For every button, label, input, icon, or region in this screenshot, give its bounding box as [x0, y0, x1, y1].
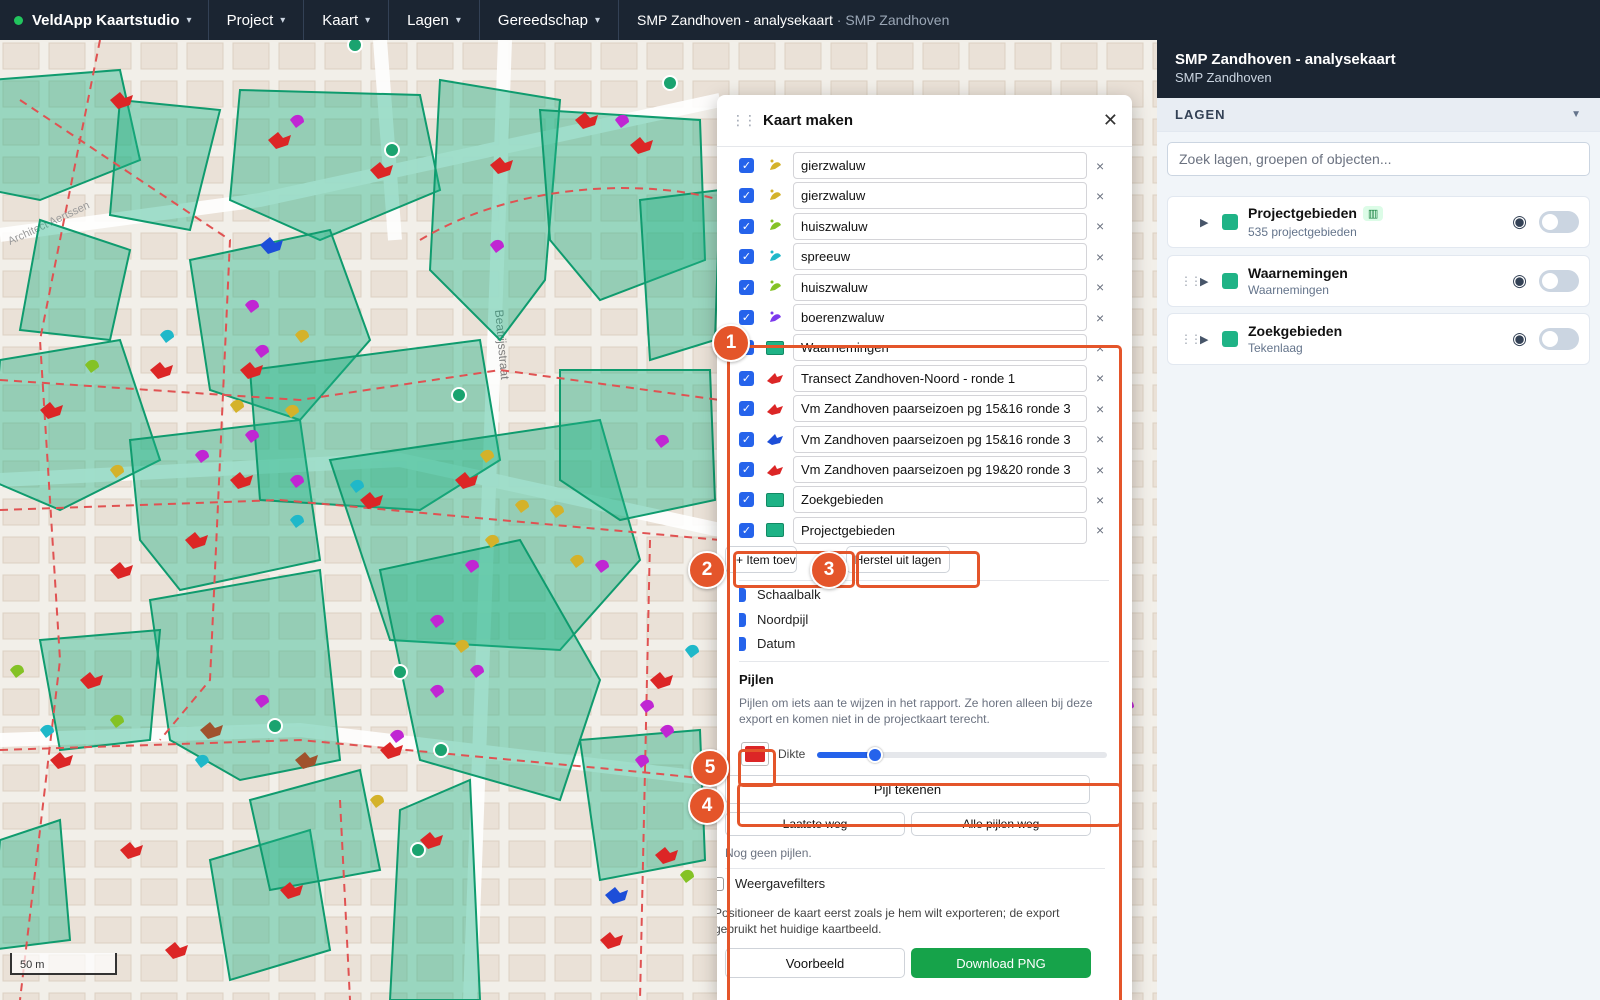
layer-toggle[interactable] [1539, 211, 1579, 233]
sidebar-header: SMP Zandhoven - analysekaart SMP Zandhov… [1157, 40, 1600, 98]
chevron-down-icon: ▾ [455, 14, 461, 26]
breadcrumb-sub: SMP Zandhoven [845, 12, 950, 28]
expand-triangle-icon[interactable]: ▶ [1200, 216, 1216, 229]
drag-handle-icon[interactable]: ⋮⋮ [1180, 274, 1202, 288]
legend-item: ✓ boerenzwaluw × [739, 302, 1124, 333]
chevron-down-icon: ▾ [186, 14, 192, 26]
menu-project[interactable]: Project ▾ [209, 0, 305, 40]
layers-section-header[interactable]: LAGEN ▼ [1157, 98, 1600, 132]
drag-handle-icon[interactable]: ⋮⋮ [731, 112, 757, 129]
legend-item: ✓ huiszwaluw × [739, 272, 1124, 303]
callout-badge: 2 [688, 551, 726, 589]
remove-icon[interactable]: × [1096, 158, 1104, 174]
legend-label-input[interactable]: boerenzwaluw [793, 304, 1087, 331]
app-menu[interactable]: VeldApp Kaartstudio ▾ [0, 0, 209, 40]
legend-label-input[interactable]: huiszwaluw [793, 273, 1087, 301]
legend-label-input[interactable]: gierzwaluw [793, 152, 1087, 179]
checkbox-icon[interactable]: ✓ [739, 188, 754, 204]
panel-header[interactable]: ⋮⋮ Kaart maken ✕ [717, 95, 1132, 147]
callout-badge: 3 [810, 551, 848, 589]
status-dot [14, 15, 23, 25]
sidebar-subtitle: SMP Zandhoven [1175, 70, 1272, 85]
layer-item-zoekgebieden[interactable]: ⋮⋮ ▶ Zoekgebieden Tekenlaag ◉ [1167, 313, 1590, 365]
eye-icon[interactable]: ◉ [1512, 329, 1527, 349]
chevron-down-icon: ▾ [280, 14, 286, 26]
bird-icon [764, 155, 786, 177]
expand-triangle-icon[interactable]: ▶ [1200, 333, 1216, 346]
callout-badge: 5 [691, 749, 729, 787]
legend-item: ✓ spreeuw × [739, 241, 1124, 272]
layer-name: Waarnemingen [1248, 265, 1348, 281]
breadcrumb: SMP Zandhoven - analysekaart · SMP Zandh… [619, 12, 949, 28]
caret-down-icon[interactable]: ▼ [1571, 109, 1582, 120]
layer-toggle[interactable] [1539, 328, 1579, 350]
section-label: LAGEN [1175, 107, 1226, 122]
menu-label: Kaart [322, 11, 359, 29]
layer-subtitle: 535 projectgebieden [1248, 225, 1357, 239]
checkbox-icon[interactable]: ✓ [739, 218, 754, 234]
sidebar-title: SMP Zandhoven - analysekaart [1175, 51, 1396, 68]
eye-icon[interactable]: ◉ [1512, 271, 1527, 291]
menu-label: Gereedschap [497, 11, 588, 29]
layer-subtitle: Waarnemingen [1248, 283, 1329, 297]
drag-handle-icon[interactable]: ⋮⋮ [1180, 332, 1202, 346]
menu-label: Lagen [407, 11, 449, 29]
layer-color-swatch [1222, 273, 1238, 289]
layer-item-projectgebieden[interactable]: ▶ Projectgebieden ▥ 535 projectgebieden ◉ [1167, 196, 1590, 248]
remove-icon[interactable]: × [1096, 188, 1104, 204]
layer-toggle[interactable] [1539, 270, 1579, 292]
highlight-draw-arrow [737, 783, 1122, 827]
highlight-color-picker [738, 749, 776, 787]
remove-icon[interactable]: × [1096, 218, 1104, 234]
bird-icon [764, 246, 786, 268]
legend-label-input[interactable]: gierzwaluw [793, 182, 1087, 210]
bird-icon [764, 215, 786, 237]
checkbox-icon[interactable]: ✓ [739, 249, 754, 265]
layer-color-swatch [1222, 214, 1238, 230]
panel-title: Kaart maken [763, 112, 854, 129]
remove-icon[interactable]: × [1096, 249, 1104, 265]
checkbox-icon[interactable]: ✓ [739, 279, 754, 295]
chevron-down-icon: ▾ [365, 14, 371, 26]
layers-sidebar: SMP Zandhoven - analysekaart SMP Zandhov… [1157, 40, 1600, 1000]
top-bar: VeldApp Kaartstudio ▾ Project ▾ Kaart ▾ La… [0, 0, 1600, 40]
legend-item: ✓ huiszwaluw × [739, 211, 1124, 242]
bird-icon [764, 276, 786, 298]
app-name: VeldApp Kaartstudio [32, 11, 180, 29]
bird-icon [764, 185, 786, 207]
highlight-legend-section [727, 345, 1122, 1000]
menu-lagen[interactable]: Lagen ▾ [389, 0, 480, 40]
checkbox-icon[interactable]: ✓ [739, 158, 754, 173]
menu-gereedschap[interactable]: Gereedschap ▾ [480, 0, 620, 40]
legend-item: ✓ gierzwaluw × [739, 150, 1124, 181]
map-icon: ▥ [1362, 206, 1384, 221]
menu-kaart[interactable]: Kaart ▾ [304, 0, 390, 40]
callout-badge: 1 [712, 324, 750, 362]
checkbox-icon[interactable]: ✓ [739, 310, 754, 325]
highlight-restore [856, 551, 980, 588]
layer-color-swatch [1222, 331, 1238, 347]
breadcrumb-separator: · [836, 12, 842, 28]
remove-icon[interactable]: × [1096, 279, 1104, 295]
layer-name: Zoekgebieden [1248, 323, 1343, 339]
layer-item-waarnemingen[interactable]: ⋮⋮ ▶ Waarnemingen Waarnemingen ◉ [1167, 255, 1590, 307]
scale-bar: 50 m [10, 953, 117, 975]
layer-subtitle: Tekenlaag [1248, 341, 1303, 355]
menu-label: Project [226, 11, 274, 29]
layer-search-input[interactable]: Zoek lagen, groepen of objecten... [1167, 142, 1590, 176]
remove-icon[interactable]: × [1096, 310, 1104, 326]
chevron-down-icon: ▾ [594, 14, 601, 26]
callout-badge: 4 [688, 787, 726, 825]
expand-triangle-icon[interactable]: ▶ [1200, 275, 1216, 288]
bird-icon [764, 307, 786, 329]
close-icon[interactable]: ✕ [1103, 110, 1118, 131]
breadcrumb-project: SMP Zandhoven - analysekaart [637, 12, 833, 28]
legend-item: ✓ gierzwaluw × [739, 180, 1124, 211]
eye-icon[interactable]: ◉ [1512, 212, 1527, 232]
layer-name: Projectgebieden [1248, 205, 1357, 221]
legend-label-input[interactable]: spreeuw [793, 243, 1087, 271]
checkbox-icon[interactable] [717, 876, 724, 891]
legend-label-input[interactable]: huiszwaluw [793, 212, 1087, 240]
